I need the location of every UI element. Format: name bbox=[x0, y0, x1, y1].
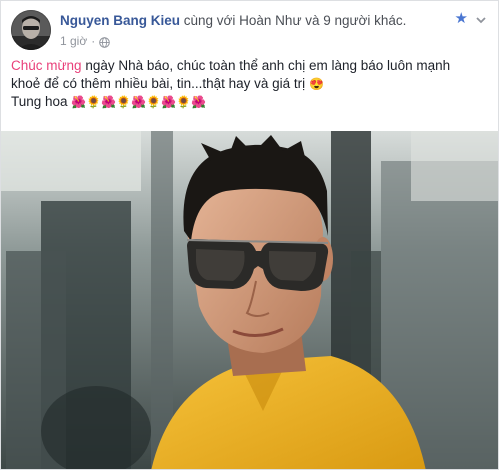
sunflower-emoji: 🌻 bbox=[86, 95, 102, 109]
flower-emoji: 🌺 bbox=[161, 95, 176, 109]
highlighted-text: Chúc mừng bbox=[11, 58, 82, 73]
post-author-line: Nguyen Bang Kieu cùng với Hoàn Như và 9 … bbox=[60, 12, 448, 29]
message-line-3: Tung hoa 🌺🌻🌺🌻🌺🌻🌺🌻🌺 bbox=[11, 93, 486, 111]
sunflower-emoji: 🌻 bbox=[146, 95, 162, 109]
post-photo[interactable] bbox=[1, 131, 498, 469]
facebook-post: Nguyen Bang Kieu cùng với Hoàn Như và 9 … bbox=[0, 0, 499, 470]
message-text: khoẻ để có thêm nhiều bài, tin...thật ha… bbox=[11, 76, 306, 91]
globe-icon[interactable] bbox=[99, 36, 111, 48]
message-text: Tung hoa bbox=[11, 94, 68, 109]
sunflower-emoji: 🌻 bbox=[175, 95, 191, 109]
post-meta: 1 giờ · bbox=[60, 33, 111, 49]
message-text: ngày Nhà báo, chúc toàn thể anh chị em l… bbox=[85, 58, 451, 73]
flower-emoji: 🌺 bbox=[71, 95, 87, 109]
heart-eyes-emoji: 😍 bbox=[308, 77, 324, 91]
sunflower-emoji: 🌻 bbox=[116, 95, 132, 109]
chevron-down-icon[interactable] bbox=[474, 13, 488, 25]
flower-emoji: 🌺 bbox=[101, 95, 117, 109]
meta-separator: · bbox=[91, 34, 96, 48]
tagged-people[interactable]: cùng với Hoàn Như và 9 người khác. bbox=[184, 13, 407, 28]
flower-emoji: 🌺 bbox=[190, 95, 206, 109]
post-message: Chúc mừng ngày Nhà báo, chúc toàn thể an… bbox=[11, 57, 486, 111]
author-avatar[interactable] bbox=[11, 10, 51, 50]
message-line-1: Chúc mừng ngày Nhà báo, chúc toàn thể an… bbox=[11, 57, 486, 75]
message-line-2: khoẻ để có thêm nhiều bài, tin...thật ha… bbox=[11, 75, 486, 93]
man-portrait-image bbox=[1, 131, 498, 469]
post-header: Nguyen Bang Kieu cùng với Hoàn Như và 9 … bbox=[11, 9, 488, 53]
flower-emoji: 🌺 bbox=[131, 95, 147, 109]
star-icon[interactable]: ★ bbox=[455, 11, 468, 27]
post-time[interactable]: 1 giờ bbox=[60, 33, 87, 49]
author-name[interactable]: Nguyen Bang Kieu bbox=[60, 13, 180, 28]
